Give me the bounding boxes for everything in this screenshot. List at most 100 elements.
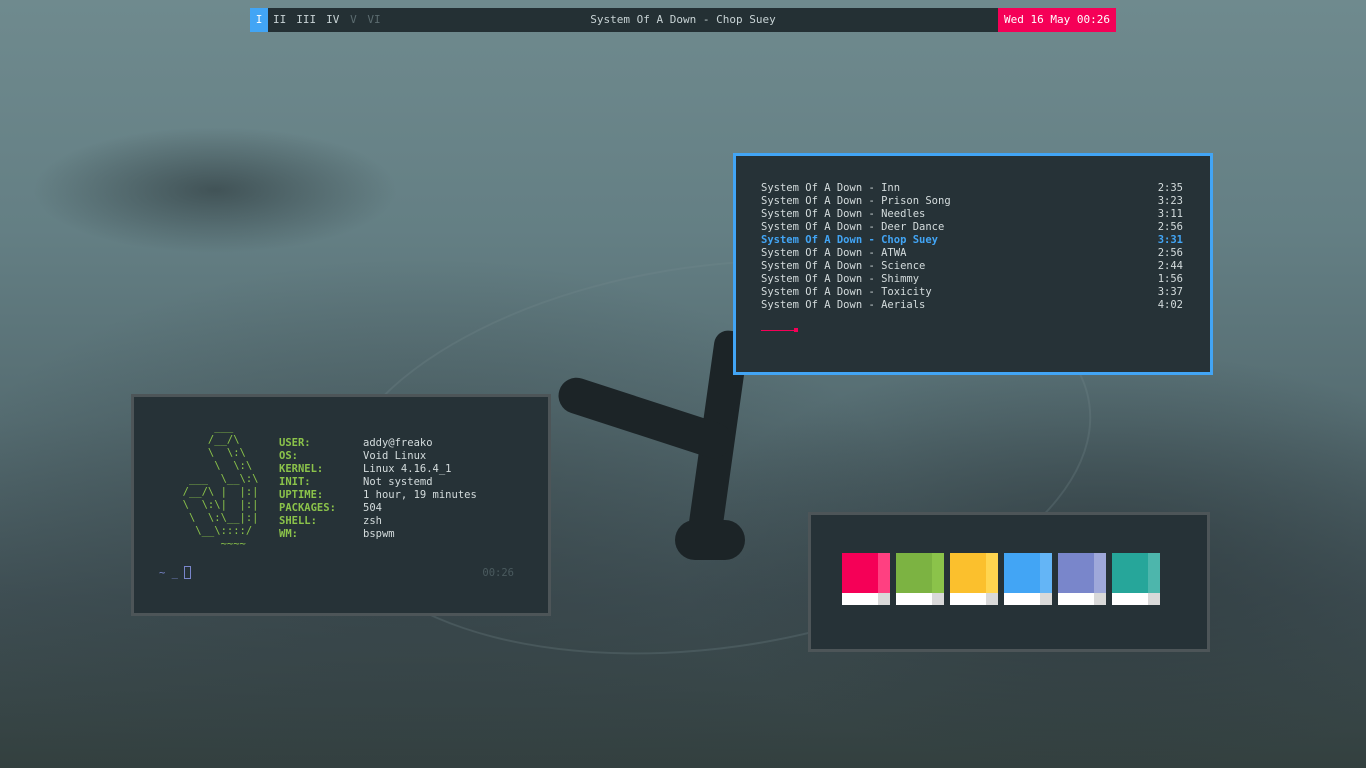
track-duration: 3:23 bbox=[1157, 195, 1183, 207]
track-name: System Of A Down - Toxicity bbox=[761, 286, 932, 298]
playlist-row[interactable]: System Of A Down - Aerials 4:02 bbox=[761, 299, 1183, 312]
info-value: 504 bbox=[363, 502, 382, 514]
terminal-window[interactable]: ___ /__/\ \ \:\ \ \:\ ___ \__\:\ /__/\ |… bbox=[131, 394, 551, 616]
color-swatch bbox=[1112, 553, 1160, 605]
info-value: zsh bbox=[363, 515, 382, 527]
swatch-bright bbox=[986, 553, 998, 593]
workspace-3[interactable]: III bbox=[291, 8, 321, 32]
swatch-white bbox=[1058, 593, 1094, 605]
track-duration: 1:56 bbox=[1157, 273, 1183, 285]
info-row: UPTIME: 1 hour, 19 minutes bbox=[279, 489, 477, 502]
swatch-grey bbox=[932, 593, 944, 605]
track-name: System Of A Down - Chop Suey bbox=[761, 234, 939, 246]
swatch-white bbox=[896, 593, 932, 605]
shell-prompt[interactable]: ~ _ bbox=[159, 566, 191, 579]
swatch-bright bbox=[1148, 553, 1160, 593]
swatch-grey bbox=[986, 593, 998, 605]
info-value: bspwm bbox=[363, 528, 395, 540]
track-duration: 3:31 bbox=[1157, 234, 1183, 246]
swatch-white bbox=[1112, 593, 1148, 605]
color-swatch bbox=[896, 553, 944, 605]
color-swatch bbox=[842, 553, 890, 605]
playlist-row[interactable]: System Of A Down - Needles 3:11 bbox=[761, 208, 1183, 221]
info-row: OS: Void Linux bbox=[279, 450, 477, 463]
swatch-grey bbox=[878, 593, 890, 605]
playlist-row[interactable]: System Of A Down - ATWA 2:56 bbox=[761, 247, 1183, 260]
info-key: USER: bbox=[279, 437, 311, 449]
playlist-row[interactable]: System Of A Down - Toxicity 3:37 bbox=[761, 286, 1183, 299]
track-name: System Of A Down - Shimmy bbox=[761, 273, 920, 285]
color-swatch bbox=[1004, 553, 1052, 605]
info-key: PACKAGES: bbox=[279, 502, 336, 514]
swatch-grey bbox=[1040, 593, 1052, 605]
swatch-bright bbox=[932, 553, 944, 593]
track-duration: 4:02 bbox=[1157, 299, 1183, 311]
void-linux-logo: ___ /__/\ \ \:\ \ \:\ ___ \__\:\ /__/\ |… bbox=[182, 421, 259, 550]
track-name: System Of A Down - Deer Dance bbox=[761, 221, 945, 233]
swatch-white bbox=[842, 593, 878, 605]
swatch-normal bbox=[1058, 553, 1094, 593]
track-name: System Of A Down - ATWA bbox=[761, 247, 907, 259]
playlist-row[interactable]: System Of A Down - Science 2:44 bbox=[761, 260, 1183, 273]
info-key: WM: bbox=[279, 528, 298, 540]
info-key: UPTIME: bbox=[279, 489, 324, 501]
track-name: System Of A Down - Aerials bbox=[761, 299, 926, 311]
workspace-5[interactable]: V bbox=[344, 8, 362, 32]
swatch-bright bbox=[1040, 553, 1052, 593]
track-name: System Of A Down - Science bbox=[761, 260, 926, 272]
info-value: Not systemd bbox=[363, 476, 433, 488]
swatch-normal bbox=[1112, 553, 1148, 593]
info-row: KERNEL: Linux 4.16.4_1 bbox=[279, 463, 477, 476]
track-name: System Of A Down - Needles bbox=[761, 208, 926, 220]
swatch-white bbox=[950, 593, 986, 605]
workspace-6[interactable]: VI bbox=[362, 8, 385, 32]
playlist: System Of A Down - Inn 2:35 System Of A Do… bbox=[761, 182, 1183, 312]
info-row: WM: bspwm bbox=[279, 528, 477, 541]
track-duration: 2:44 bbox=[1157, 260, 1183, 272]
info-key: INIT: bbox=[279, 476, 311, 488]
info-row: USER: addy@freako bbox=[279, 437, 477, 450]
workspace-4[interactable]: IV bbox=[321, 8, 344, 32]
color-swatch bbox=[950, 553, 998, 605]
swatch-normal bbox=[896, 553, 932, 593]
info-value: Linux 4.16.4_1 bbox=[363, 463, 452, 475]
swatch-normal bbox=[950, 553, 986, 593]
playlist-row[interactable]: System Of A Down - Prison Song 3:23 bbox=[761, 195, 1183, 208]
playlist-row[interactable]: System Of A Down - Shimmy 1:56 bbox=[761, 273, 1183, 286]
swatch-bright bbox=[878, 553, 890, 593]
prompt-symbol: ~ _ bbox=[159, 566, 178, 579]
workspace-1[interactable]: I bbox=[250, 8, 268, 32]
workspace-2[interactable]: II bbox=[268, 8, 291, 32]
swatch-grey bbox=[1148, 593, 1160, 605]
track-duration: 2:35 bbox=[1157, 182, 1183, 194]
terminal-clock: 00:26 bbox=[482, 567, 514, 579]
playback-progress-bar[interactable] bbox=[761, 330, 797, 331]
music-player-window[interactable]: System Of A Down - Inn 2:35 System Of A Do… bbox=[733, 153, 1213, 375]
playlist-row[interactable]: System Of A Down - Deer Dance 2:56 bbox=[761, 221, 1183, 234]
track-name: System Of A Down - Inn bbox=[761, 182, 901, 194]
track-duration: 3:37 bbox=[1157, 286, 1183, 298]
playback-progress-knob[interactable] bbox=[794, 328, 798, 332]
info-value: Void Linux bbox=[363, 450, 427, 462]
info-value: 1 hour, 19 minutes bbox=[363, 489, 477, 501]
swatch-bright bbox=[1094, 553, 1106, 593]
playlist-row-current[interactable]: System Of A Down - Chop Suey 3:31 bbox=[761, 234, 1183, 247]
info-key: OS: bbox=[279, 450, 298, 462]
wallpaper-tonearm-base bbox=[675, 520, 745, 560]
color-swatch bbox=[1058, 553, 1106, 605]
swatch-grey bbox=[1094, 593, 1106, 605]
info-row: INIT: Not systemd bbox=[279, 476, 477, 489]
info-row: SHELL: zsh bbox=[279, 515, 477, 528]
color-palette-window[interactable] bbox=[808, 512, 1210, 652]
track-duration: 3:11 bbox=[1157, 208, 1183, 220]
workspace-list: I II III IV V VI bbox=[250, 8, 386, 32]
playlist-row[interactable]: System Of A Down - Inn 2:35 bbox=[761, 182, 1183, 195]
track-duration: 2:56 bbox=[1157, 247, 1183, 259]
system-info: USER: addy@freako OS: Void Linux KERNEL: Linu… bbox=[279, 437, 477, 541]
info-row: PACKAGES: 504 bbox=[279, 502, 477, 515]
bar-clock: Wed 16 May 00:26 bbox=[998, 8, 1116, 32]
swatch-normal bbox=[1004, 553, 1040, 593]
track-duration: 2:56 bbox=[1157, 221, 1183, 233]
info-value: addy@freako bbox=[363, 437, 433, 449]
top-bar: I II III IV V VI System Of A Down - Chop… bbox=[250, 8, 1116, 32]
